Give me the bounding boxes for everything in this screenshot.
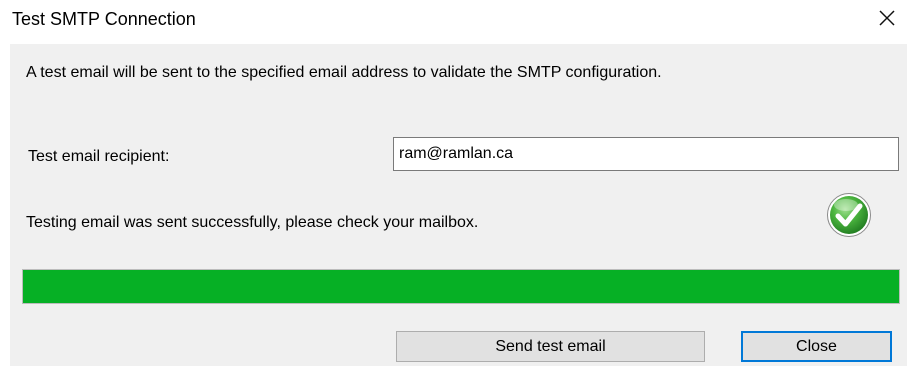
close-icon[interactable] <box>873 4 901 32</box>
description-text: A test email will be sent to the specifi… <box>26 64 662 81</box>
status-message: Testing email was sent successfully, ple… <box>26 214 479 231</box>
dialog-title: Test SMTP Connection <box>12 9 196 29</box>
progress-fill <box>23 270 899 303</box>
success-check-icon <box>826 192 872 238</box>
recipient-email-input[interactable] <box>393 137 899 171</box>
send-test-email-button[interactable]: Send test email <box>396 331 705 362</box>
progress-bar <box>22 269 900 304</box>
title-bar: Test SMTP Connection <box>0 0 907 43</box>
recipient-label: Test email recipient: <box>28 148 170 165</box>
close-button[interactable]: Close <box>741 331 892 362</box>
smtp-test-dialog: Test SMTP Connection A test email will b… <box>0 0 907 366</box>
dialog-body: A test email will be sent to the specifi… <box>10 44 907 366</box>
